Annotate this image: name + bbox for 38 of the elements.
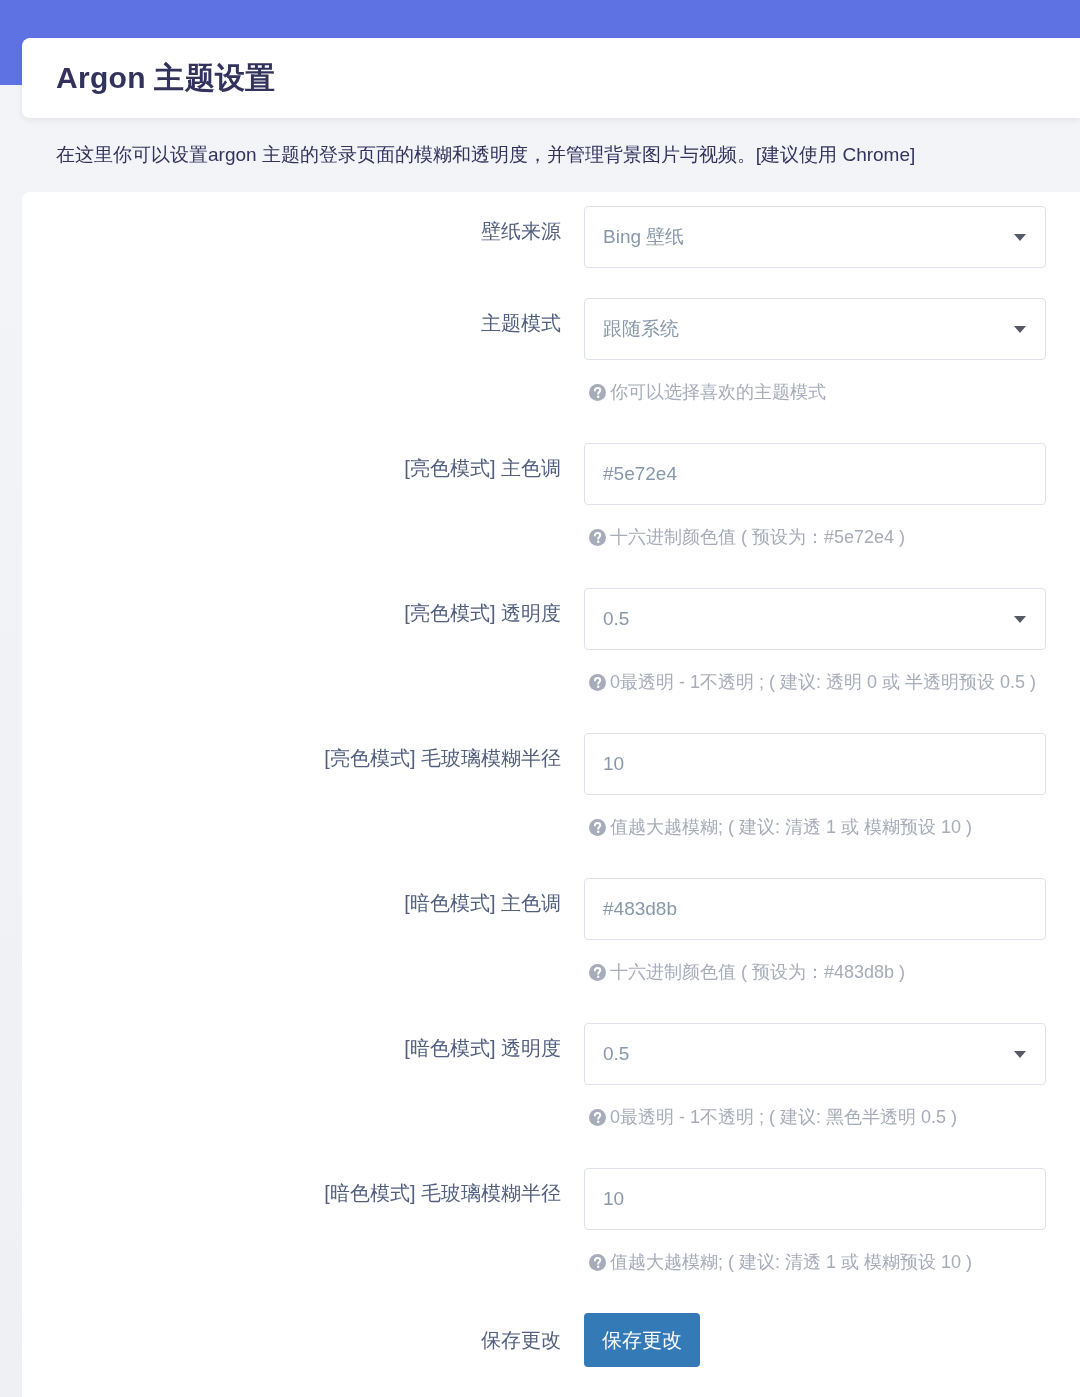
dropdown[interactable]: 跟随系统: [584, 298, 1046, 360]
help-text: 值越大越模糊; ( 建议: 清透 1 或 模糊预设 10 ): [610, 816, 973, 839]
help-icon: [589, 1253, 606, 1271]
help-text: 十六进制颜色值 ( 预设为：#5e72e4 ): [610, 526, 906, 549]
help-text: 十六进制颜色值 ( 预设为：#483d8b ): [610, 961, 906, 984]
text-field[interactable]: #483d8b: [584, 878, 1046, 940]
help-icon: [589, 1108, 606, 1126]
page-title: Argon 主题设置: [56, 59, 276, 96]
caret-icon: [1014, 1050, 1026, 1058]
field-label: [亮色模式] 毛玻璃模糊半径: [324, 746, 561, 771]
help-icon: [589, 818, 606, 836]
help-icon: [589, 963, 606, 981]
text-field[interactable]: #5e72e4: [584, 443, 1046, 505]
dropdown[interactable]: 0.5: [584, 1023, 1046, 1085]
caret-icon: [1014, 325, 1026, 333]
help-text: 0最透明 - 1不透明 ; ( 建议: 透明 0 或 半透明预设 0.5 ): [610, 671, 1037, 694]
help-icon: [589, 673, 606, 691]
field-label: [暗色模式] 毛玻璃模糊半径: [324, 1181, 561, 1206]
help-icon: [589, 383, 606, 401]
help-text: 0最透明 - 1不透明 ; ( 建议: 黑色半透明 0.5 ): [610, 1106, 958, 1129]
field-label: 主题模式: [481, 311, 561, 336]
caret-icon: [1014, 615, 1026, 623]
field-label: 壁纸来源: [481, 219, 561, 244]
text-field[interactable]: 10: [584, 1168, 1046, 1230]
field-label: [暗色模式] 透明度: [404, 1036, 561, 1061]
field-label: [亮色模式] 主色调: [404, 456, 561, 481]
field-label: [亮色模式] 透明度: [404, 601, 561, 626]
help-text: 值越大越模糊; ( 建议: 清透 1 或 模糊预设 10 ): [610, 1251, 973, 1274]
caret-icon: [1014, 233, 1026, 241]
help-icon: [589, 528, 606, 546]
help-text: 你可以选择喜欢的主题模式: [610, 381, 826, 404]
field-label: 保存更改: [481, 1328, 561, 1353]
text-field[interactable]: 10: [584, 733, 1046, 795]
dropdown[interactable]: 0.5: [584, 588, 1046, 650]
field-label: [暗色模式] 主色调: [404, 891, 561, 916]
page-description: 在这里你可以设置argon 主题的登录页面的模糊和透明度，并管理背景图片与视频。[建议使用 Chrome]: [56, 143, 917, 167]
save-button[interactable]: 保存更改: [584, 1313, 700, 1367]
dropdown[interactable]: Bing 壁纸: [584, 206, 1046, 268]
